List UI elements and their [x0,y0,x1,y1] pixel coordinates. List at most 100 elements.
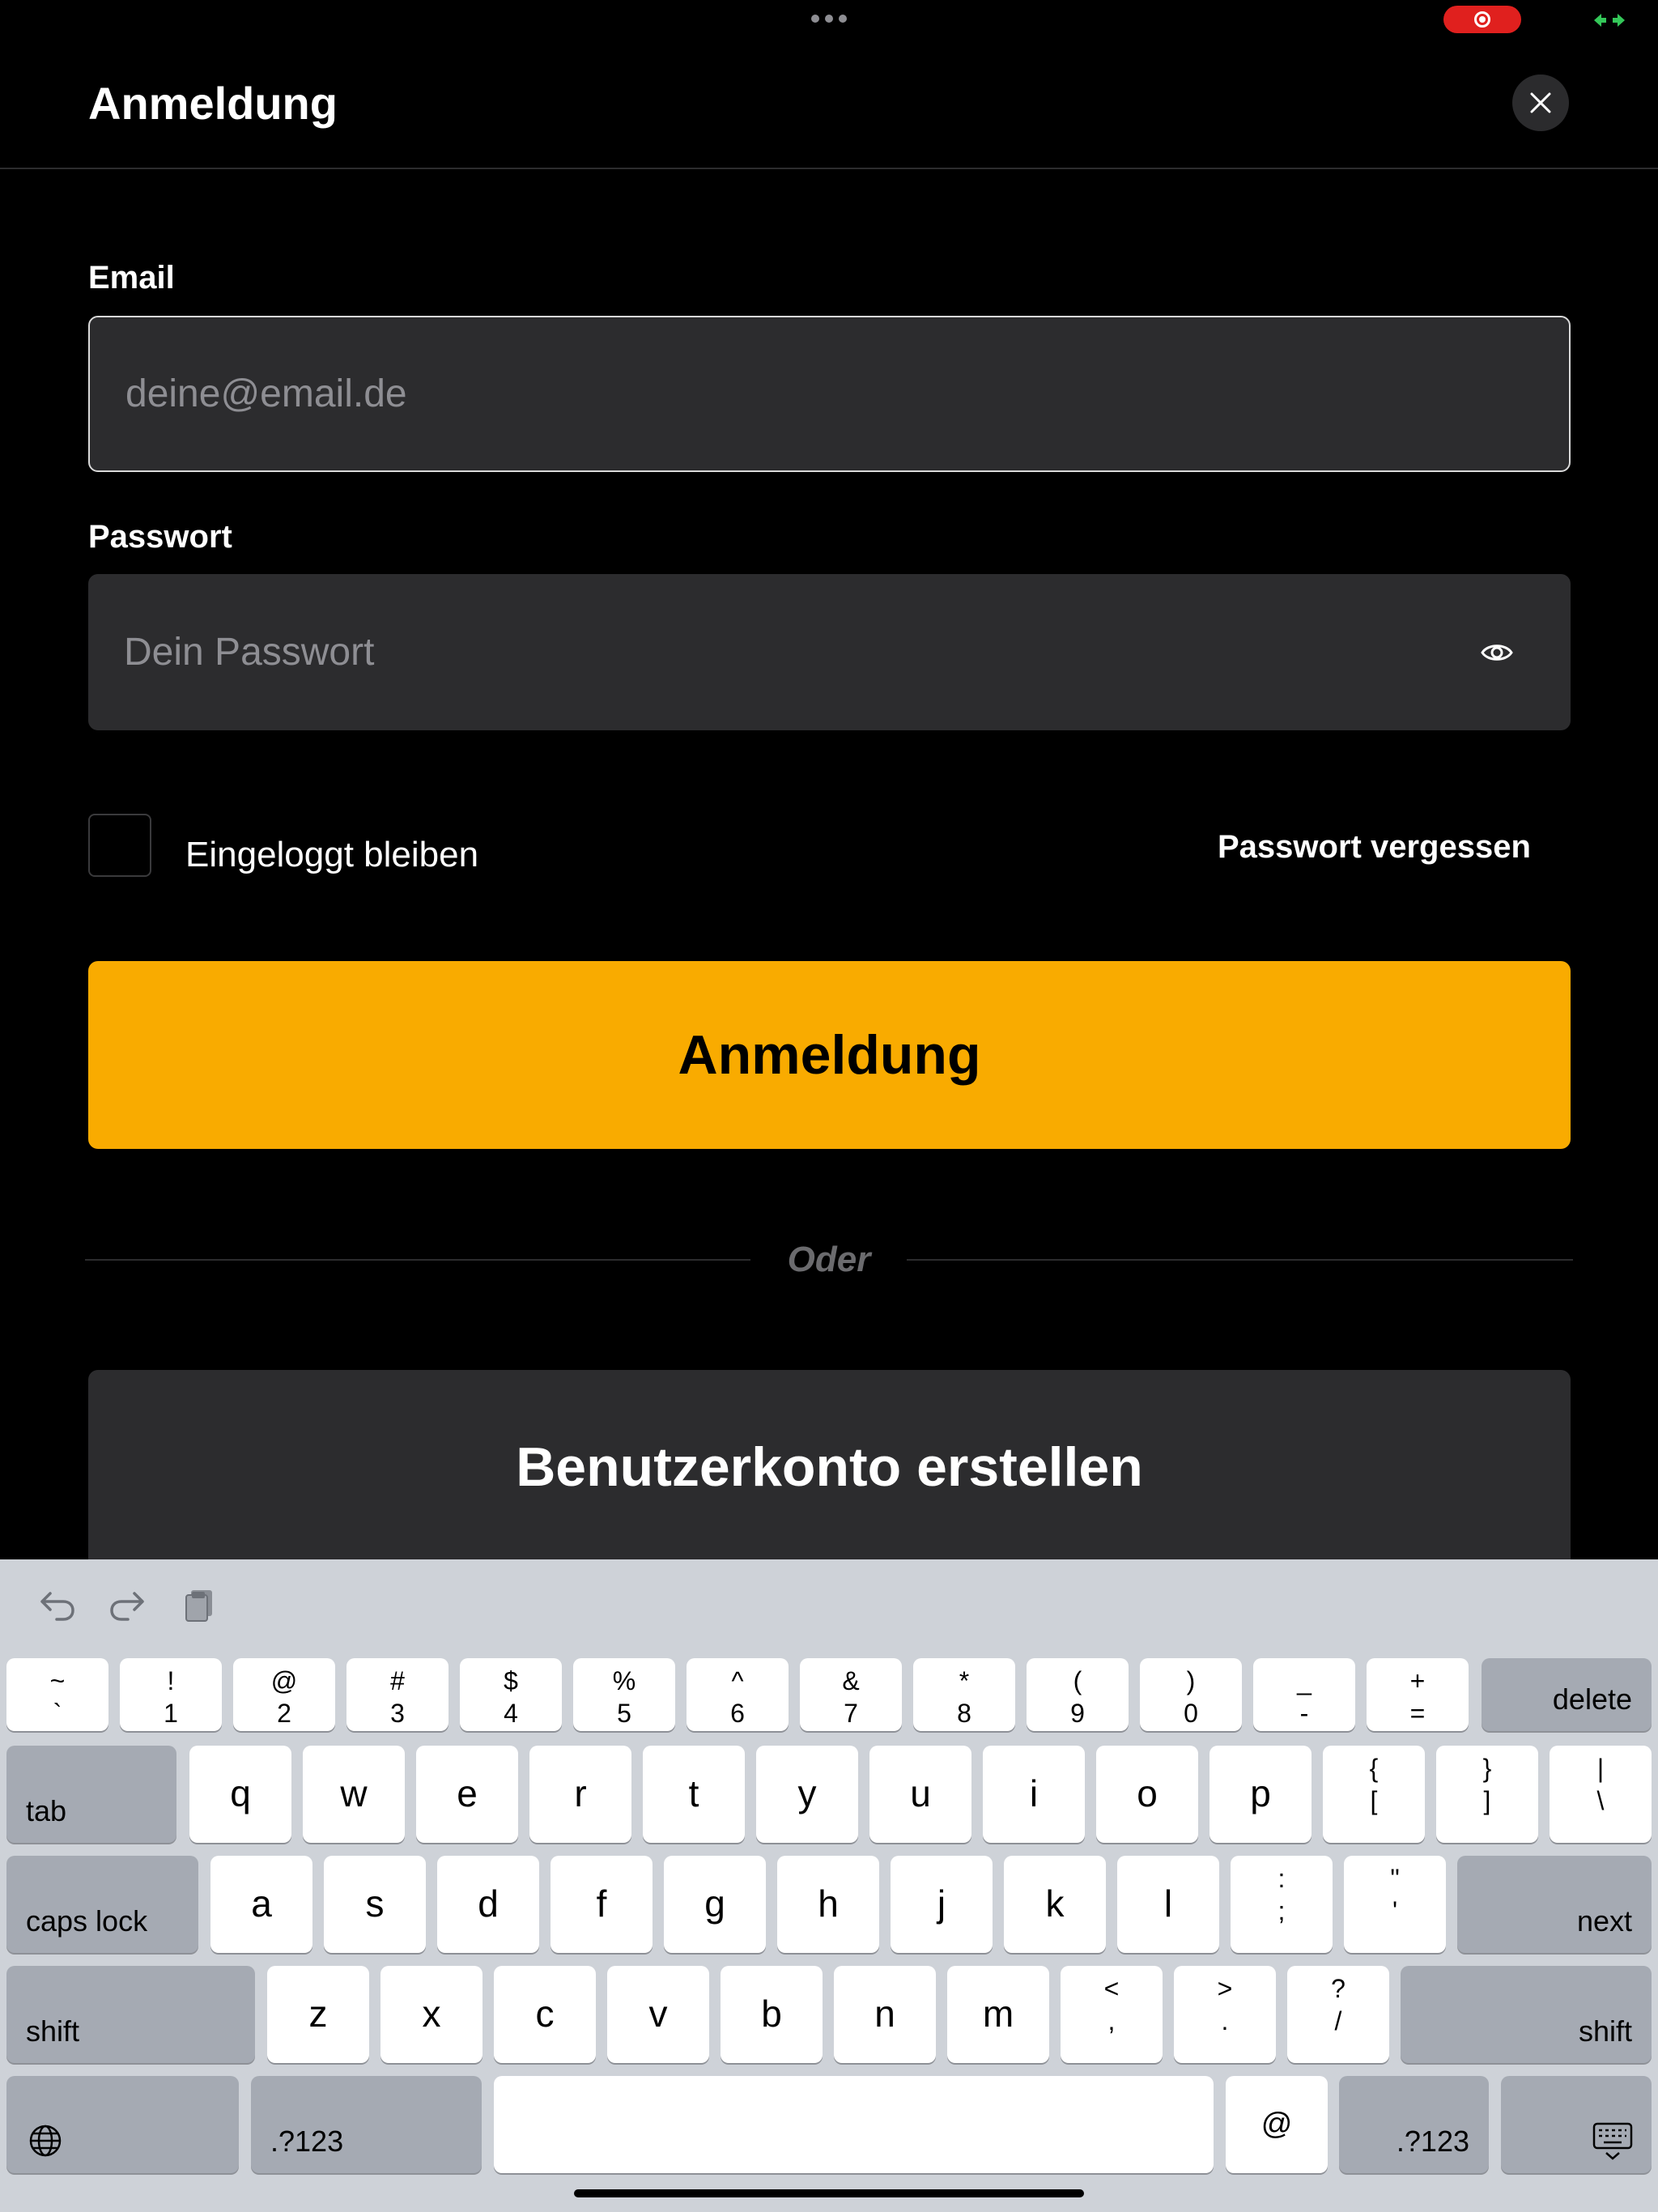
divider-text: Oder [787,1240,871,1279]
key-l[interactable]: l [1117,1856,1219,1953]
key-z[interactable]: z [267,1966,369,2063]
key-shift-label: > [1217,1974,1233,2003]
key-label: d [478,1882,499,1925]
key-shift-label: ^ [731,1666,744,1695]
multitasking-dots-icon[interactable] [811,13,847,24]
key-a[interactable]: a [210,1856,312,1953]
next-key[interactable]: next [1457,1856,1652,1953]
shift-key-right[interactable]: shift [1401,1966,1652,2063]
key-u[interactable]: u [869,1746,971,1843]
home-indicator[interactable] [574,2189,1084,2197]
key-3[interactable]: #3 [346,1658,449,1731]
key-x[interactable]: x [380,1966,483,2063]
key-shift-label: _ [1297,1666,1312,1695]
caps-lock-key[interactable]: caps lock [6,1856,198,1953]
key-w[interactable]: w [303,1746,405,1843]
keyboard-dismiss-key[interactable] [1501,2076,1652,2173]
key-label: shift [26,2014,80,2048]
tab-key[interactable]: tab [6,1746,176,1843]
key-o[interactable]: o [1096,1746,1198,1843]
login-button[interactable]: Anmeldung [88,961,1571,1149]
key-e[interactable]: e [416,1746,518,1843]
key-v[interactable]: v [607,1966,709,2063]
forgot-password-link[interactable]: Passwort vergessen [1218,826,1531,868]
close-button[interactable] [1512,74,1569,131]
key-k[interactable]: k [1004,1856,1106,1953]
undo-icon[interactable] [36,1584,78,1626]
key-label: 9 [1070,1699,1085,1728]
key-g[interactable]: g [664,1856,766,1953]
key-symbol[interactable]: <, [1061,1966,1163,2063]
key-s[interactable]: s [324,1856,426,1953]
key-5[interactable]: % 5 [573,1658,675,1731]
key-label: e [457,1772,478,1814]
key-symbol[interactable]: ? / [1287,1966,1389,2063]
key-7[interactable]: & 7 [800,1658,902,1731]
key-c[interactable]: c [494,1966,596,2063]
key-shift-label: | [1596,1754,1605,1783]
create-account-button[interactable]: Benutzerkonto erstellen [88,1370,1571,1564]
key-f[interactable]: f [551,1856,653,1953]
key-0[interactable]: ) 0 [1140,1658,1242,1731]
numbers-key-right[interactable]: .?123 [1339,2076,1489,2173]
key-shift-label: % [612,1666,636,1695]
key-`[interactable]: ~ ` [6,1658,108,1731]
email-label: Email [88,260,175,296]
key-label: s [365,1882,385,1925]
key-2[interactable]: @2 [233,1658,335,1731]
key-label: c [535,1992,555,2035]
divider-line-left [85,1259,750,1261]
password-field[interactable]: Dein Passwort [88,574,1571,730]
key-shift-label: + [1409,1666,1426,1695]
clipboard-icon[interactable] [180,1584,222,1626]
key-at[interactable]: @ [1226,2076,1328,2173]
key-symbol[interactable]: {[ [1323,1746,1425,1843]
email-field[interactable]: deine@email.de [88,316,1571,472]
key-symbol[interactable]: :; [1231,1856,1333,1953]
key-label: , [1107,2006,1116,2035]
key-q[interactable]: q [189,1746,291,1843]
key-symbol[interactable]: | \ [1550,1746,1652,1843]
key-b[interactable]: b [721,1966,823,2063]
remember-me-checkbox[interactable] [88,814,151,877]
key-n[interactable]: n [834,1966,936,2063]
key-shift-label: " [1390,1864,1400,1893]
key-d[interactable]: d [437,1856,539,1953]
keyboard-dismiss-icon [1592,2122,1633,2160]
key-8[interactable]: * 8 [913,1658,1015,1731]
key--[interactable]: _ - [1253,1658,1355,1731]
key-m[interactable]: m [947,1966,1049,2063]
shift-key-left[interactable]: shift [6,1966,255,2063]
key-6[interactable]: ^ 6 [687,1658,789,1731]
key-y[interactable]: y [756,1746,858,1843]
key-symbol[interactable]: >. [1174,1966,1276,2063]
numbers-key-left[interactable]: .?123 [251,2076,482,2173]
key-9[interactable]: (9 [1027,1658,1129,1731]
key-1[interactable]: ! 1 [120,1658,222,1731]
key-r[interactable]: r [529,1746,631,1843]
show-password-eye-icon[interactable] [1480,636,1514,670]
key-p[interactable]: p [1209,1746,1312,1843]
screen-recording-indicator[interactable] [1443,6,1521,33]
resize-arrows-icon[interactable] [1592,10,1627,31]
delete-key[interactable]: delete [1482,1658,1652,1731]
redo-icon[interactable] [107,1584,149,1626]
key-=[interactable]: + = [1367,1658,1469,1731]
key-t[interactable]: t [643,1746,745,1843]
key-4[interactable]: $4 [460,1658,562,1731]
key-h[interactable]: h [777,1856,879,1953]
key-label: y [797,1772,817,1814]
key-label: .?123 [1396,2125,1469,2158]
space-bar[interactable] [494,2076,1214,2173]
remember-me-label[interactable]: Eingeloggt bleiben [185,834,478,876]
key-i[interactable]: i [983,1746,1085,1843]
key-label: shift [1578,2014,1632,2048]
password-placeholder: Dein Passwort [124,631,375,674]
key-label: . [1221,2006,1229,2035]
globe-key[interactable] [6,2076,239,2173]
email-placeholder: deine@email.de [125,372,407,415]
login-button-label: Anmeldung [678,1024,981,1086]
key-symbol[interactable]: " ' [1344,1856,1446,1953]
key-symbol[interactable]: }] [1436,1746,1538,1843]
key-j[interactable]: j [891,1856,993,1953]
